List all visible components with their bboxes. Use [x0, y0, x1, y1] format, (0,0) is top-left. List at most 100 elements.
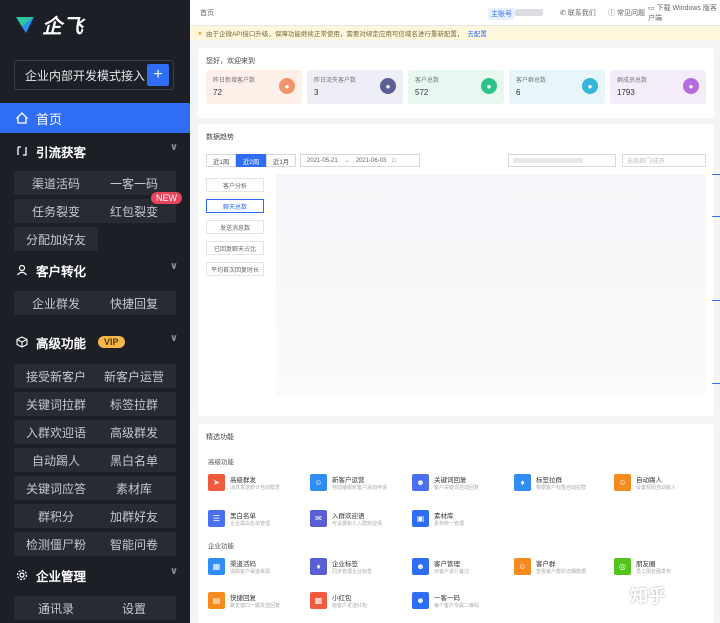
send-icon: ➤	[208, 474, 225, 491]
sidebar-item[interactable]: 素材库	[92, 476, 176, 500]
feature-name: 小红包	[332, 595, 352, 602]
users-icon: ☻	[412, 474, 429, 491]
sidebar-item[interactable]: 企业群发	[14, 291, 98, 315]
feature-item[interactable]: ☻ 关键词回复 客户关键词自动回复	[412, 472, 512, 494]
group-icon: ☺	[514, 558, 531, 575]
section-enterprise-management[interactable]: 企业管理 ∨	[0, 563, 190, 587]
feature-item[interactable]: ▤ 快捷回复 聊天窗口一键发送回复	[208, 590, 308, 612]
section-lead-generation[interactable]: 引流获客 ∨	[0, 139, 190, 163]
feature-item[interactable]: ▩ 小红包 给客户发送红包	[310, 590, 410, 612]
account-name[interactable]	[515, 9, 543, 16]
sidebar-item[interactable]: 加群好友	[92, 504, 176, 528]
feature-name: 自动踢人	[636, 477, 662, 484]
feature-item[interactable]: ➤ 高级群发 消息发送统计自动群发	[208, 472, 308, 494]
feature-item[interactable]: ♦ 标签拉群 根据客户标签自动拉群	[514, 472, 614, 494]
sidebar-item[interactable]: 检测僵尸粉	[14, 532, 98, 556]
date-end: 2021-06-03	[355, 157, 387, 164]
feature-item[interactable]: ▦ 渠道活码 追踪客户渠道来源	[208, 556, 308, 578]
feature-desc: 企业黑白名单管理	[230, 521, 271, 527]
sidebar-item[interactable]: 接受新客户	[14, 364, 98, 388]
feature-item[interactable]: ☺ 新客户运营 自动播报新客户添加申请	[310, 472, 410, 494]
list-icon: ☰	[208, 510, 225, 527]
range-1week-button[interactable]: 近1周	[206, 154, 236, 167]
sidebar-item[interactable]: 快捷回复	[92, 291, 176, 315]
nav-home[interactable]: 首页	[0, 103, 190, 133]
user-remove-icon: ●	[380, 78, 396, 94]
range-1month-button[interactable]: 近1月	[266, 154, 296, 167]
feature-item[interactable]: ☺ 客户群 查看客户群的详细数据	[514, 556, 614, 578]
sidebar-item[interactable]: 渠道活码	[14, 171, 98, 195]
sidebar-item[interactable]: 通讯录	[14, 596, 98, 620]
sidebar-item[interactable]: 关键词拉群	[14, 392, 98, 416]
warning-icon: ●	[198, 29, 202, 37]
department-select[interactable]: 选择部门/成员	[622, 154, 706, 167]
sidebar-item[interactable]: 标签拉群	[92, 392, 176, 416]
sidebar-item[interactable]: 分配加好友	[14, 227, 98, 251]
sidebar-item[interactable]: 关键词应答	[14, 476, 98, 500]
feature-item[interactable]: ✉ 入群欢迎语 可设置新人入群欢迎语	[310, 508, 410, 530]
section-title: 高级功能	[36, 336, 87, 351]
home-icon	[16, 112, 28, 124]
feature-item[interactable]: ☻ 一客一码 每个客户专属二维码	[412, 590, 512, 612]
sidebar-item-red-packet[interactable]: 红包裂变 NEW	[92, 192, 182, 223]
new-badge: NEW	[151, 192, 182, 204]
users-icon: ☻	[412, 558, 429, 575]
gear-icon	[16, 569, 28, 581]
feature-desc: 消息发送统计自动群发	[230, 485, 281, 491]
section-title: 引流获客	[36, 145, 87, 160]
section-advanced-features[interactable]: 高级功能 VIP ∨	[0, 330, 190, 354]
contact-us-link[interactable]: ✆ 联系我们	[560, 8, 596, 18]
sidebar-item[interactable]: 设置	[92, 596, 176, 620]
feature-name: 标签拉群	[536, 477, 562, 484]
corp-selector[interactable]: 企业内部开发模式接入 +	[14, 60, 174, 90]
sidebar-item[interactable]: 新客户运营	[92, 364, 176, 388]
download-client-link[interactable]: ▭ 下载 Windows 版客户端	[648, 3, 720, 23]
feature-item[interactable]: ☻ 客户管理 对客户进行备注	[412, 556, 512, 578]
feature-item[interactable]: ♦ 企业标签 同步管理企业标签	[310, 556, 410, 578]
metric-tab[interactable]: 发送消息数	[206, 220, 264, 234]
corp-name: 企业内部开发模式接入	[25, 68, 146, 83]
feature-desc: 素材统一管理	[434, 521, 465, 527]
metric-tab[interactable]: 已回复聊天占比	[206, 241, 264, 255]
sidebar-item[interactable]: 自动踢人	[14, 448, 98, 472]
feature-name: 一客一码	[434, 595, 460, 602]
nav-home-label: 首页	[36, 111, 63, 127]
sidebar-item[interactable]: 智能问卷	[92, 532, 176, 556]
add-corp-button[interactable]: +	[147, 64, 169, 86]
feature-item[interactable]: ☰ 黑白名单 企业黑白名单管理	[208, 508, 308, 530]
feature-desc: 同步管理企业标签	[332, 569, 373, 575]
section-title: 企业管理	[36, 569, 87, 584]
breadcrumb-home[interactable]: 首页	[200, 8, 214, 18]
chart-tick	[712, 216, 720, 217]
feature-name: 入群欢迎语	[332, 513, 365, 520]
configure-link[interactable]: 去配置	[467, 28, 487, 38]
sidebar-item[interactable]: 任务裂变	[14, 199, 98, 223]
feature-item[interactable]: ☺ 自动踢人 设置规则自动踢人	[614, 472, 714, 494]
sidebar-item[interactable]: 黑白名单	[92, 448, 176, 472]
feature-item[interactable]: ▣ 素材库 素材统一管理	[412, 508, 512, 530]
users-icon: ☻	[412, 592, 429, 609]
feature-name: 关键词回复	[434, 477, 467, 484]
members-icon: ●	[683, 78, 699, 94]
metric-tab[interactable]: 聊天总数	[206, 199, 264, 213]
feature-item[interactable]: ◎ 朋友圈 员工朋友圈发布	[614, 556, 714, 578]
feature-desc: 自动播报新客户添加申请	[332, 485, 388, 491]
feature-name: 渠道活码	[230, 561, 256, 568]
brand-logo[interactable]: 企飞	[14, 10, 84, 38]
section-customer-conversion[interactable]: 客户转化 ∨	[0, 258, 190, 282]
faq-link[interactable]: ⓘ 常见问题	[608, 8, 645, 18]
metric-tab[interactable]: 平均首次回复时长	[206, 262, 264, 276]
account-tag: 主账号	[488, 8, 515, 20]
chevron-down-icon: ∨	[169, 566, 178, 577]
feature-desc: 员工朋友圈发布	[636, 569, 672, 575]
sidebar-item[interactable]: 高级群发	[92, 420, 176, 444]
range-2week-button[interactable]: 近2周	[236, 154, 266, 167]
member-select[interactable]	[508, 154, 616, 167]
funnel-icon	[17, 146, 27, 156]
metric-tab[interactable]: 客户分析	[206, 178, 264, 192]
reply-icon: ▤	[208, 592, 225, 609]
feature-desc: 给客户发送红包	[332, 603, 368, 609]
sidebar-item[interactable]: 群积分	[14, 504, 98, 528]
sidebar-item[interactable]: 入群欢迎语	[14, 420, 98, 444]
date-range-picker[interactable]: 2021-05-21 → 2021-06-03 □	[300, 154, 420, 167]
